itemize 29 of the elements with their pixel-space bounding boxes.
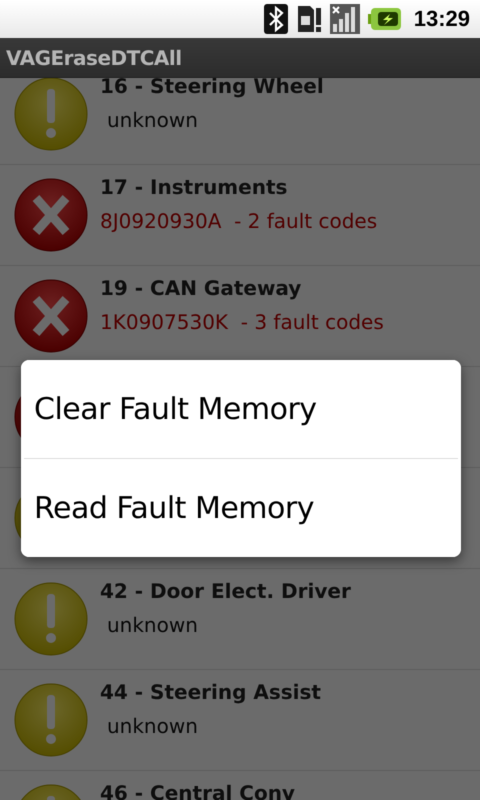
module-status: unknown [106,613,199,637]
module-status: unknown [106,108,199,132]
module-status: 8J0920930A - 2 fault codes [100,209,378,233]
menu-item[interactable]: Read Fault Memory [21,459,461,557]
battery-charging-icon [368,7,402,31]
module-status: 1K0907530K - 3 fault codes [100,310,384,334]
module-name: 46 - Central Conv [100,781,295,800]
module-name: 16 - Steering Wheel [100,78,324,98]
app-title: VAGEraseDTCAll [6,46,182,70]
warning-icon [14,78,88,151]
module-name: 42 - Door Elect. Driver [100,579,351,603]
list-item[interactable]: 46 - Central Conv [0,771,480,800]
clock-time: 13:29 [414,6,470,32]
warning-icon [14,683,88,757]
menu-item[interactable]: Clear Fault Memory [21,360,461,458]
warning-icon [14,582,88,656]
list-item[interactable]: 17 - Instruments 8J0920930A - 2 fault codes [0,165,480,266]
sim-card-icon [296,4,322,34]
error-icon [14,178,88,252]
module-name: 44 - Steering Assist [100,680,321,704]
signal-icon [330,4,360,34]
list-item[interactable]: 16 - Steering Wheel unknown [0,78,480,165]
list-item[interactable]: 44 - Steering Assist unknown [0,670,480,771]
module-name: 17 - Instruments [100,175,288,199]
module-status: unknown [106,714,199,738]
bluetooth-icon [264,4,288,34]
error-icon [14,279,88,353]
module-name: 19 - CAN Gateway [100,276,302,300]
list-item[interactable]: 42 - Door Elect. Driver unknown [0,569,480,670]
